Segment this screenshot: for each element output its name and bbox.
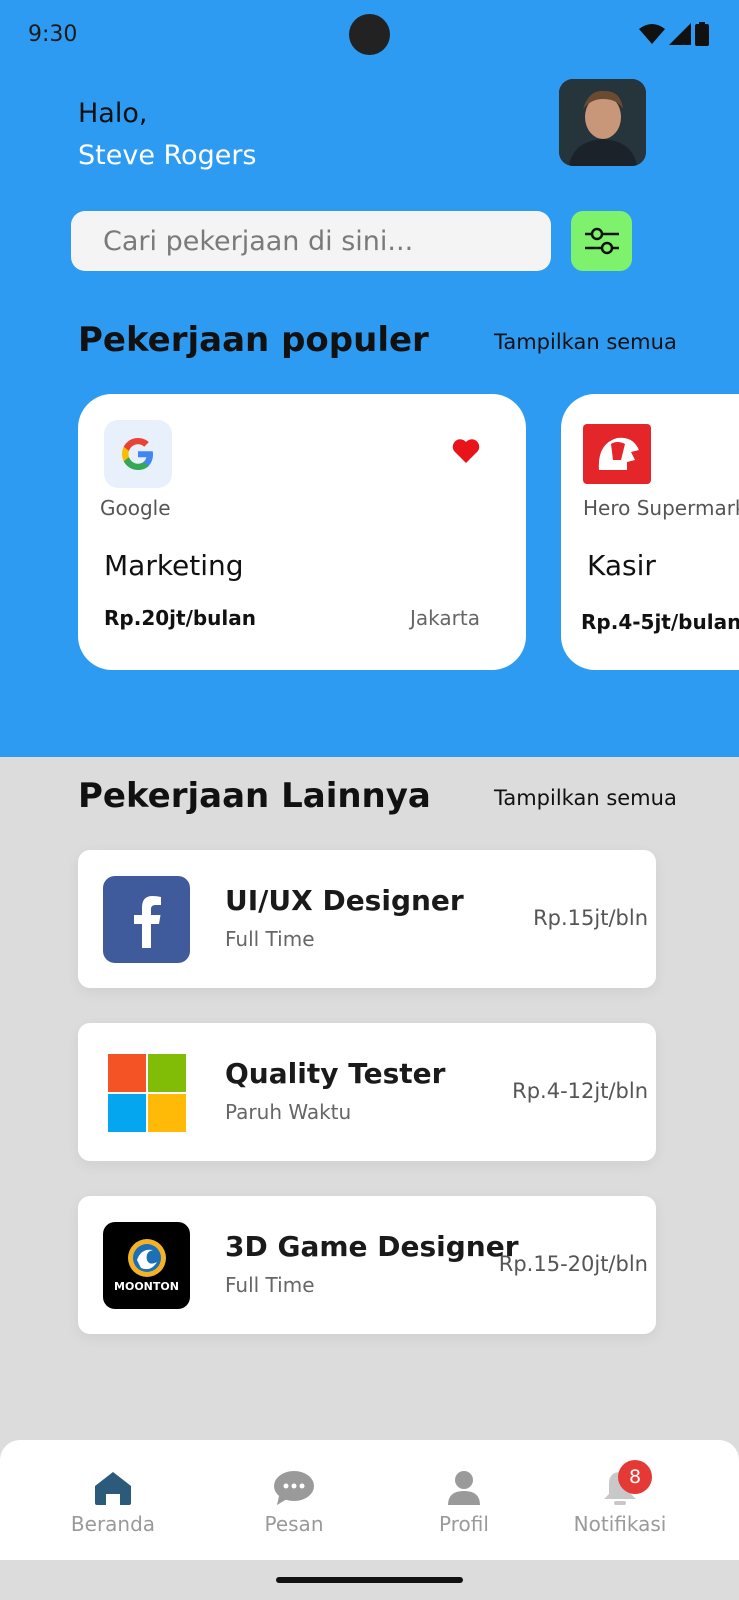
popular-show-all-link[interactable]: Tampilkan semua [494, 330, 677, 354]
nav-label: Notifikasi [573, 1512, 667, 1536]
signal-icon [669, 23, 691, 45]
microsoft-logo [103, 1049, 190, 1136]
job-pay: Rp.15jt/bln [533, 906, 648, 930]
nav-label: Pesan [264, 1512, 324, 1536]
job-title: UI/UX Designer [225, 884, 464, 917]
other-jobs-show-all-link[interactable]: Tampilkan semua [494, 786, 677, 810]
microsoft-squares-icon [107, 1053, 186, 1132]
job-type: Full Time [225, 927, 315, 951]
job-title: Marketing [104, 549, 244, 582]
popular-job-card[interactable]: Google Marketing Rp.20jt/bulan Jakarta [78, 394, 526, 670]
job-title: Kasir [587, 549, 656, 582]
status-time: 9:30 [28, 22, 78, 47]
moonton-wordmark: MOONTON [114, 1280, 179, 1293]
job-list-item[interactable]: MOONTON 3D Game Designer Full Time Rp.15… [78, 1196, 656, 1334]
wifi-icon [639, 24, 665, 44]
nav-item-beranda[interactable]: Beranda [43, 1470, 183, 1536]
favorite-heart-icon[interactable] [452, 438, 480, 468]
chat-icon [274, 1471, 314, 1505]
facebook-f-icon [133, 895, 161, 948]
gesture-home-bar[interactable] [276, 1577, 463, 1583]
job-location: Jakarta [410, 606, 480, 630]
moonton-logo: MOONTON [103, 1222, 190, 1309]
job-list-item[interactable]: UI/UX Designer Full Time Rp.15jt/bln [78, 850, 656, 988]
job-title: Quality Tester [225, 1057, 446, 1090]
job-type: Paruh Waktu [225, 1100, 352, 1124]
nav-item-profil[interactable]: Profil [394, 1470, 534, 1536]
avatar-portrait [559, 79, 646, 166]
nav-item-pesan[interactable]: Pesan [224, 1470, 364, 1536]
user-name: Steve Rogers [78, 140, 257, 171]
job-pay: Rp.4-12jt/bln [512, 1079, 648, 1103]
bottom-nav: Beranda Pesan Profil Notifikasi [0, 1440, 739, 1560]
job-pay: Rp.15-20jt/bln [498, 1252, 648, 1276]
search-input[interactable] [71, 211, 551, 271]
company-name: Hero Supermarket [583, 496, 739, 520]
job-salary: Rp.20jt/bulan [104, 606, 257, 630]
spartan-helmet-icon [598, 437, 639, 470]
avatar[interactable] [559, 79, 646, 166]
job-type: Full Time [225, 1273, 315, 1297]
sliders-icon [584, 227, 619, 255]
nav-label: Beranda [70, 1512, 156, 1536]
person-icon [448, 1471, 480, 1505]
home-icon [95, 1472, 131, 1505]
google-logo [104, 420, 172, 488]
camera-cutout [349, 14, 390, 55]
popular-title: Pekerjaan populer [78, 320, 429, 360]
status-bar: 9:30 [0, 0, 739, 70]
company-name: Google [100, 496, 171, 520]
notification-badge: 8 [618, 1460, 652, 1494]
facebook-logo [103, 876, 190, 963]
moonton-emblem-icon [127, 1239, 166, 1277]
battery-icon [695, 22, 709, 46]
nav-label: Profil [439, 1512, 489, 1536]
hero-supermarket-logo [583, 424, 651, 484]
other-jobs-title: Pekerjaan Lainnya [78, 776, 431, 816]
job-salary: Rp.4-5jt/bulan [581, 610, 739, 634]
job-title: 3D Game Designer [225, 1230, 519, 1263]
greeting-label: Halo, [78, 98, 148, 129]
popular-job-card[interactable]: Hero Supermarket Kasir Rp.4-5jt/bulan [561, 394, 739, 670]
filter-button[interactable] [571, 211, 632, 271]
google-g-icon [122, 438, 153, 470]
status-icons [639, 22, 709, 46]
job-list-item[interactable]: Quality Tester Paruh Waktu Rp.4-12jt/bln [78, 1023, 656, 1161]
